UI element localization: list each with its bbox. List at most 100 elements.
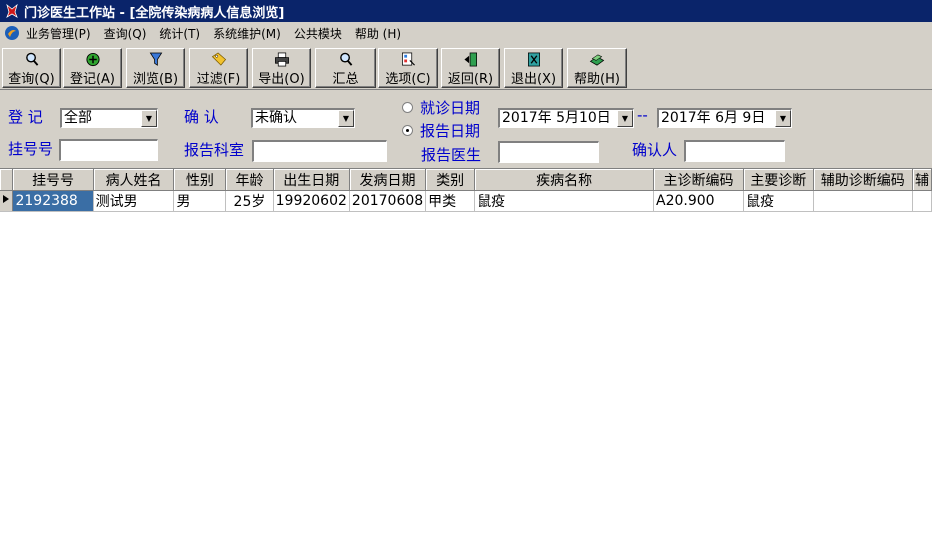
cell-patient-name[interactable]: 测试男 bbox=[93, 190, 175, 212]
cell-birth-date[interactable]: 19920602 bbox=[273, 190, 350, 212]
confirm-select-value: 未确认 bbox=[255, 110, 297, 126]
toolbar: 查询(Q) 登记(A) 浏览(B) 过滤(F) 导出(O) 汇总 选项(C) 返… bbox=[0, 44, 932, 90]
options-icon bbox=[402, 52, 415, 66]
export-button[interactable]: 导出(O) bbox=[252, 48, 311, 88]
funnel-icon bbox=[149, 52, 162, 66]
app-icon bbox=[6, 3, 18, 18]
chevron-down-icon[interactable]: ▼ bbox=[617, 110, 633, 127]
register-button-label: 登记(A) bbox=[69, 72, 116, 87]
filter-button-label: 过滤(F) bbox=[196, 72, 241, 87]
col-header-aux-diag-code[interactable]: 辅助诊断编码 bbox=[813, 169, 913, 191]
col-header-main-diag-code[interactable]: 主诊断编码 bbox=[653, 169, 745, 191]
browse-button-label: 浏览(B) bbox=[132, 72, 179, 87]
browse-button[interactable]: 浏览(B) bbox=[126, 48, 185, 88]
confirm-select[interactable]: 未确认 ▼ bbox=[251, 108, 355, 128]
col-header-regno[interactable]: 挂号号 bbox=[12, 169, 94, 191]
col-header-category[interactable]: 类别 bbox=[425, 169, 476, 191]
return-icon bbox=[463, 52, 477, 67]
date-to-value: 2017年 6月 9日 bbox=[661, 110, 766, 126]
menu-system-maintenance[interactable]: 系统维护(M) bbox=[213, 25, 281, 42]
chevron-down-icon[interactable]: ▼ bbox=[775, 110, 791, 127]
col-header-gender[interactable]: 性别 bbox=[173, 169, 227, 191]
col-header-age[interactable]: 年龄 bbox=[225, 169, 274, 191]
confirm-label: 确 认 bbox=[184, 108, 219, 126]
chevron-down-icon[interactable]: ▼ bbox=[141, 110, 157, 127]
register-label: 登 记 bbox=[8, 108, 43, 126]
report-doctor-label: 报告医生 bbox=[421, 146, 482, 164]
add-circle-icon bbox=[85, 52, 100, 67]
query-button-label: 查询(Q) bbox=[8, 72, 55, 87]
cell-gender[interactable]: 男 bbox=[173, 190, 227, 212]
report-doctor-input[interactable] bbox=[498, 141, 599, 163]
regno-label: 挂号号 bbox=[8, 140, 54, 158]
help-button-label: 帮助(H) bbox=[574, 72, 620, 87]
book-icon bbox=[589, 54, 605, 66]
col-header-main-diagnosis[interactable]: 主要诊断 bbox=[743, 169, 814, 191]
table-row[interactable]: 2192388 测试男 男 25岁 19920602 20170608 甲类 鼠… bbox=[0, 190, 932, 212]
return-button-label: 返回(R) bbox=[447, 72, 494, 87]
window-title: 门诊医生工作站 - [全院传染病病人信息浏览] bbox=[24, 5, 285, 21]
options-button[interactable]: 选项(C) bbox=[378, 48, 438, 88]
date-to-picker[interactable]: 2017年 6月 9日 ▼ bbox=[657, 108, 792, 128]
register-select[interactable]: 全部 ▼ bbox=[60, 108, 158, 128]
col-header-disease-name[interactable]: 疾病名称 bbox=[474, 169, 654, 191]
menu-query[interactable]: 查询(Q) bbox=[104, 25, 147, 42]
export-button-label: 导出(O) bbox=[258, 72, 305, 87]
options-button-label: 选项(C) bbox=[385, 72, 431, 87]
cell-aux-truncated[interactable] bbox=[912, 190, 932, 212]
menu-statistics[interactable]: 统计(T) bbox=[159, 25, 200, 42]
visit-date-label: 就诊日期 bbox=[420, 99, 481, 117]
cell-main-diag-code[interactable]: A20.900 bbox=[653, 190, 745, 212]
cell-onset-date[interactable]: 20170608 bbox=[349, 190, 427, 212]
printer-icon bbox=[274, 52, 289, 67]
date-separator: -- bbox=[637, 106, 648, 124]
report-date-label: 报告日期 bbox=[420, 122, 481, 140]
menu-bar: 业务管理(P) 查询(Q) 统计(T) 系统维护(M) 公共模块 帮助 (H) bbox=[0, 22, 932, 44]
patient-table: 挂号号 病人姓名 性别 年龄 出生日期 发病日期 类别 疾病名称 主诊断编码 主… bbox=[0, 169, 932, 212]
current-row-indicator-icon bbox=[0, 190, 14, 212]
col-header-birth-date[interactable]: 出生日期 bbox=[273, 169, 350, 191]
chevron-down-icon[interactable]: ▼ bbox=[338, 110, 354, 127]
cell-disease-name[interactable]: 鼠疫 bbox=[474, 190, 654, 212]
menu-help[interactable]: 帮助 (H) bbox=[355, 25, 401, 42]
return-button[interactable]: 返回(R) bbox=[441, 48, 500, 88]
grid-header-row: 挂号号 病人姓名 性别 年龄 出生日期 发病日期 类别 疾病名称 主诊断编码 主… bbox=[0, 169, 932, 191]
help-button[interactable]: 帮助(H) bbox=[567, 48, 627, 88]
visit-date-radio[interactable] bbox=[402, 102, 413, 113]
cell-age[interactable]: 25岁 bbox=[225, 190, 274, 212]
row-indicator-header bbox=[0, 169, 14, 191]
magnifier-icon bbox=[25, 52, 38, 66]
filter-button[interactable]: 过滤(F) bbox=[189, 48, 248, 88]
confirmer-input[interactable] bbox=[684, 140, 785, 162]
cell-main-diagnosis[interactable]: 鼠疫 bbox=[743, 190, 814, 212]
cell-category[interactable]: 甲类 bbox=[425, 190, 476, 212]
regno-input[interactable] bbox=[59, 139, 158, 161]
col-header-onset-date[interactable]: 发病日期 bbox=[349, 169, 427, 191]
title-bar: 门诊医生工作站 - [全院传染病病人信息浏览] bbox=[0, 0, 932, 22]
filter-panel: 登 记 全部 ▼ 确 认 未确认 ▼ 就诊日期 报告日期 2017年 5月10日… bbox=[0, 90, 932, 168]
col-header-aux-truncated[interactable]: 辅 bbox=[912, 169, 932, 191]
register-select-value: 全部 bbox=[64, 110, 92, 126]
report-date-radio[interactable] bbox=[402, 125, 413, 136]
report-dept-input[interactable] bbox=[252, 140, 387, 162]
report-dept-label: 报告科室 bbox=[184, 141, 245, 159]
exit-button-label: 退出(X) bbox=[510, 72, 557, 87]
summary-button[interactable]: 汇总 bbox=[315, 48, 376, 88]
menu-business[interactable]: 业务管理(P) bbox=[26, 25, 91, 42]
confirmer-label: 确认人 bbox=[632, 141, 678, 159]
summary-button-label: 汇总 bbox=[332, 72, 359, 87]
date-from-value: 2017年 5月10日 bbox=[502, 110, 611, 126]
date-from-picker[interactable]: 2017年 5月10日 ▼ bbox=[498, 108, 634, 128]
cell-regno[interactable]: 2192388 bbox=[12, 190, 94, 212]
exit-icon bbox=[527, 52, 540, 67]
menu-common-module[interactable]: 公共模块 bbox=[294, 25, 342, 42]
tag-icon bbox=[211, 52, 226, 66]
patient-grid[interactable]: 挂号号 病人姓名 性别 年龄 出生日期 发病日期 类别 疾病名称 主诊断编码 主… bbox=[0, 168, 932, 541]
cell-aux-diag-code[interactable] bbox=[813, 190, 913, 212]
register-button[interactable]: 登记(A) bbox=[63, 48, 122, 88]
app-logo-icon bbox=[5, 26, 19, 40]
exit-button[interactable]: 退出(X) bbox=[504, 48, 563, 88]
magnifier-icon bbox=[339, 52, 352, 66]
col-header-patient-name[interactable]: 病人姓名 bbox=[93, 169, 175, 191]
query-button[interactable]: 查询(Q) bbox=[2, 48, 61, 88]
